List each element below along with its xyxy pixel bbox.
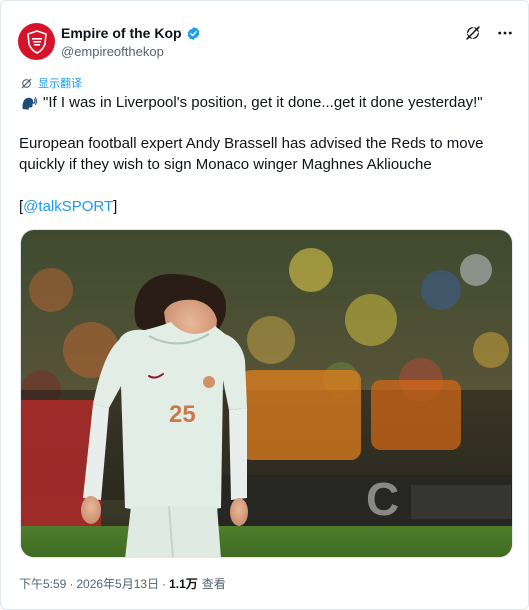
tweet-card: Empire of the Kop @empireofthekop 显示翻译 "…: [0, 0, 529, 610]
meta-separator-2: ·: [162, 576, 167, 591]
verified-badge-icon: [187, 26, 199, 40]
author-handle[interactable]: @empireofthekop: [61, 44, 201, 59]
tweet-quote-text: "If I was in Liverpool's position, get i…: [43, 94, 483, 111]
show-translation-link[interactable]: 显示翻译: [20, 75, 82, 91]
tweet-time[interactable]: 下午5:59: [19, 575, 66, 592]
tweet-mention-line: [@talkSPORT]: [19, 197, 117, 217]
shirt-number: 25: [169, 401, 196, 428]
tweet-date[interactable]: 2026年5月13日: [76, 575, 159, 592]
tweet-quote-line: "If I was in Liverpool's position, get i…: [19, 93, 514, 113]
tweet-body-text: European football expert Andy Brassell h…: [19, 135, 484, 173]
club-crest-icon: [26, 29, 47, 54]
meta-separator-1: ·: [69, 576, 74, 591]
more-icon[interactable]: [496, 24, 514, 42]
views-label: 查看: [201, 577, 226, 591]
display-name[interactable]: Empire of the Kop: [61, 25, 182, 41]
talksport-mention-link[interactable]: @talkSPORT: [23, 198, 113, 215]
views-count: 1.1万: [169, 577, 198, 591]
show-translation-label[interactable]: 显示翻译: [38, 75, 82, 91]
mention-close-bracket: ]: [113, 198, 118, 215]
grok-icon[interactable]: [464, 24, 482, 42]
tweet-meta: 下午5:59 · 2026年5月13日 · 1.1万 查看: [19, 575, 226, 592]
header-actions: [464, 24, 514, 42]
tweet-media-photo[interactable]: C 25: [20, 229, 513, 558]
speaking-head-icon: [22, 97, 37, 110]
player-photo: C 25: [21, 230, 512, 557]
tweet-header: Empire of the Kop @empireofthekop: [18, 23, 514, 63]
display-name-row: Empire of the Kop: [61, 24, 201, 42]
svg-text:C: C: [366, 473, 399, 525]
avatar[interactable]: [18, 23, 55, 60]
author-names: Empire of the Kop @empireofthekop: [61, 24, 201, 59]
translate-icon: [21, 78, 32, 88]
